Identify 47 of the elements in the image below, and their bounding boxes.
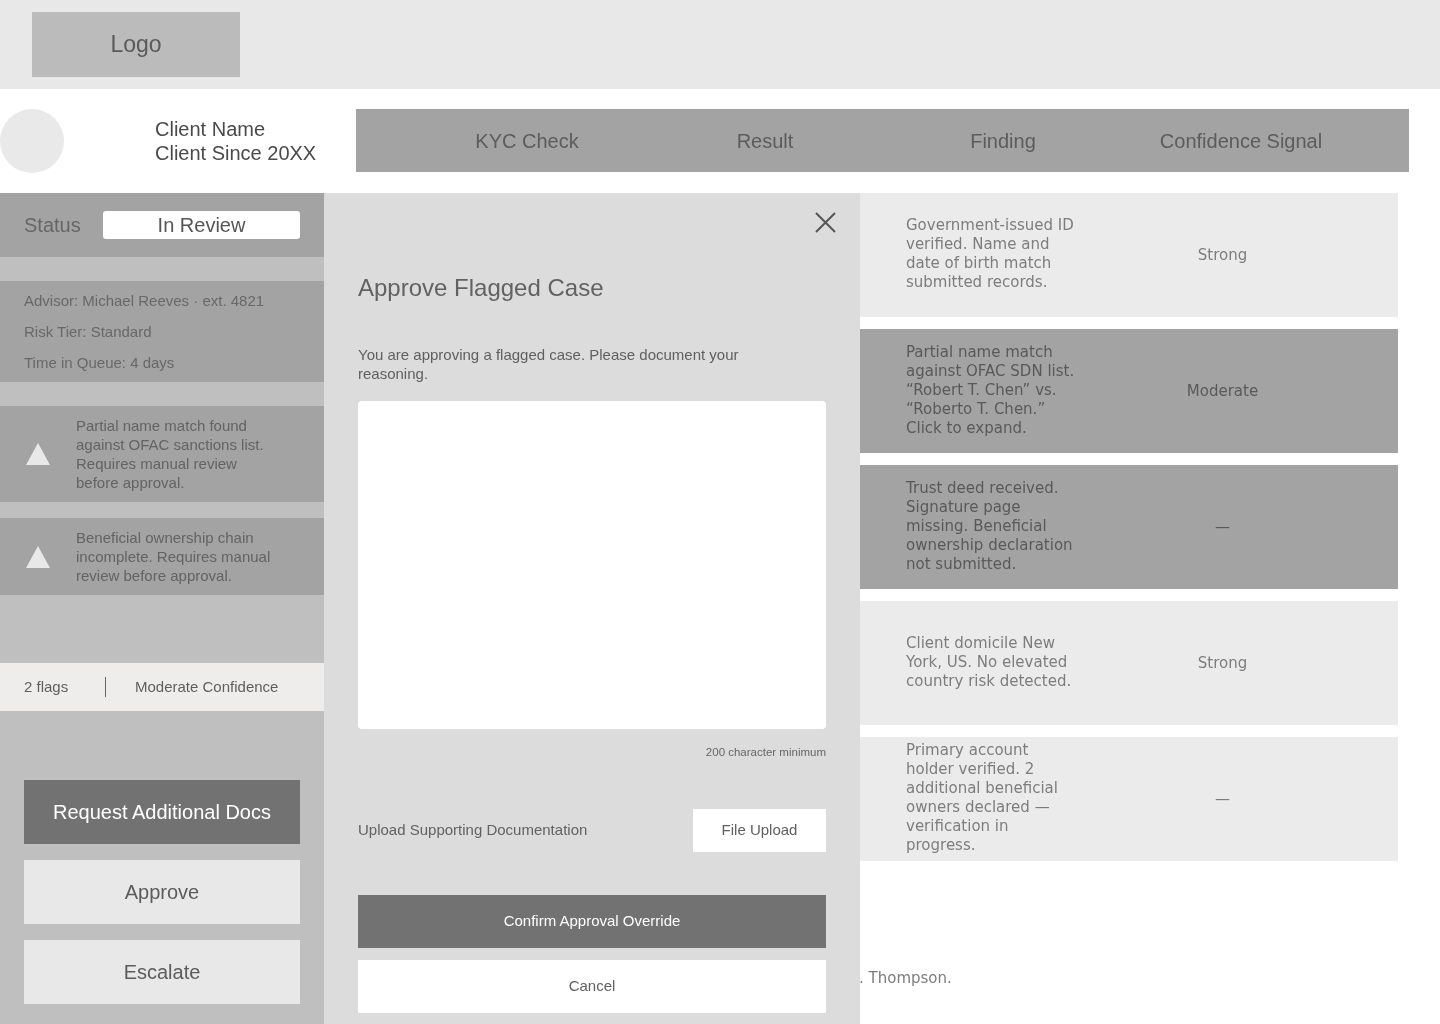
modal-button[interactable]: Confirm Approval Override (358, 895, 826, 948)
finding-text: Primary account holder verified. 2 additional beneficial owners declared — verification in progress. (906, 741, 1059, 855)
warning-icon (26, 443, 50, 465)
column-header: KYC Check (475, 129, 579, 152)
client-since: Client Since 20XX (155, 141, 317, 165)
column-header: Finding (970, 129, 1036, 152)
confidence-text: Moderate (1186, 382, 1259, 401)
reasoning-field[interactable] (358, 401, 826, 729)
flag-count: 2 flags (24, 677, 69, 695)
finding-text: Government-issued ID verified. Name and date of birth match submitted records. (906, 216, 1075, 292)
confidence-text: Strong (1197, 654, 1248, 673)
status-badge: In Review (103, 211, 300, 239)
detail-text: Advisor: Michael Reeves · ext. 4821 (24, 292, 265, 309)
footnote-text: . Thompson. (859, 969, 952, 987)
confidence-summary: Moderate Confidence (135, 677, 279, 695)
finding-text: Client domicile New York, US. No elevated country risk detected. (906, 633, 1073, 691)
finding-text: Trust deed received. Signature page missing. Beneficial ownership declaration not submitted. (906, 478, 1074, 574)
modal-title: Approve Flagged Case (358, 273, 605, 303)
action-button[interactable]: Escalate (24, 940, 300, 1004)
action-button[interactable]: Approve (24, 860, 300, 924)
file-upload-button[interactable]: File Upload (693, 809, 826, 852)
table-row[interactable]: Client domicile New York, US. No elevated country risk detected. Strong (860, 601, 1398, 725)
flag-text: Beneficial ownership chain incomplete. Requires manual review before approval. (76, 528, 272, 585)
confidence-text: — (1215, 518, 1230, 537)
confidence-text: — (1215, 790, 1230, 809)
close-icon (815, 212, 836, 233)
modal-button[interactable]: Cancel (358, 960, 826, 1013)
status-label: Status (24, 214, 81, 236)
action-button[interactable]: Request Additional Docs (24, 780, 300, 844)
table-row[interactable]: Partial name match against OFAC SDN list. “Robert T. Chen” vs. “Roberto T. Chen.” Click to expand. Moderate (860, 329, 1398, 453)
confidence-text: Strong (1197, 246, 1248, 265)
finding-text: Partial name match against OFAC SDN list. “Robert T. Chen” vs. “Roberto T. Chen.” Click to expand. (906, 342, 1076, 438)
column-header: Confidence Signal (1159, 129, 1323, 152)
close-button[interactable] (815, 212, 836, 233)
logo: Logo (32, 12, 240, 77)
client-name: Client Name (155, 117, 267, 141)
hint-text: 200 character minimum (705, 746, 826, 758)
warning-icon (26, 545, 50, 568)
table-row[interactable]: Government-issued ID verified. Name and date of birth match submitted records. Strong (860, 193, 1398, 317)
table-row[interactable]: Primary account holder verified. 2 additional beneficial owners declared — verification in progress. — (860, 737, 1398, 861)
detail-text: Time in Queue: 4 days (24, 354, 175, 371)
flag-text: Partial name match found against OFAC sanctions list. Requires manual review before approval. (76, 416, 265, 492)
detail-text: Risk Tier: Standard (24, 323, 152, 340)
table-row[interactable]: Trust deed received. Signature page missing. Beneficial ownership declaration not submitted. — (860, 465, 1398, 589)
upload-label: Upload Supporting Documentation (358, 820, 588, 841)
column-header: Result (736, 129, 794, 152)
modal-message: You are approving a flagged case. Please document your reasoning. (358, 345, 740, 383)
